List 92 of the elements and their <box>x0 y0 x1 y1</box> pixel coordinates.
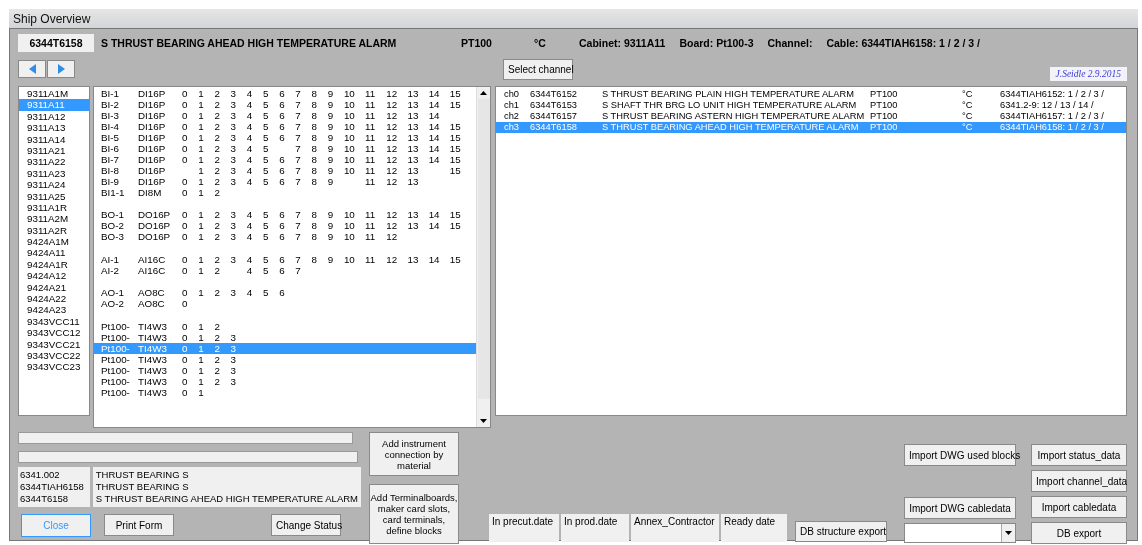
board-row[interactable]: BI-7 DI16P 0 1 2 3 4 5 6 7 8 9 10 11 12 13 14 15 <box>94 154 476 165</box>
date-field[interactable]: Ready date <box>721 514 787 542</box>
board-row[interactable]: Pt100- TI4W3 0 1 2 3 <box>94 331 476 343</box>
board-row[interactable]: BI-9 DI16P 0 1 2 3 4 5 6 7 8 9 11 12 13 <box>94 176 476 187</box>
next-button[interactable] <box>47 60 75 78</box>
db-export-button[interactable]: DB export <box>1031 522 1127 544</box>
cabinet-item[interactable]: 9311A23 <box>19 167 89 180</box>
cabinet-item[interactable]: 9311A1M <box>19 88 89 100</box>
date-field[interactable]: In precut.date <box>489 514 559 542</box>
board-row[interactable]: BI-2 DI16P 0 1 2 3 4 5 6 7 8 9 10 11 12 13 14 15 <box>94 99 476 110</box>
board-row[interactable]: BI-4 DI16P 0 1 2 3 4 5 6 7 8 9 10 11 12 13 14 15 <box>94 121 476 132</box>
code-text: 6341.002 <box>20 469 61 481</box>
board-row[interactable]: Pt100- TI4W3 0 1 2 3 <box>94 375 476 387</box>
board-row[interactable]: Pt100- TI4W3 0 1 <box>94 386 476 398</box>
description-text: S THRUST BEARING AHEAD HIGH TEMPERATURE ALARM <box>95 493 358 505</box>
cabinet-item[interactable]: 9424A21 <box>19 281 89 294</box>
print-form-button[interactable]: Print Form <box>104 514 174 536</box>
channel-row[interactable]: ch1 6344T6153 S SHAFT THR BRG LO UNIT HIGH TEMPERATURE ALARM PT100 °C 6341.2-9: 12 / 13 / 14 / <box>496 100 1126 111</box>
cabinet-item[interactable]: 9343VCC23 <box>19 361 89 373</box>
cabinet-item[interactable]: 9424A11 <box>19 247 89 259</box>
right-arrow-icon <box>57 64 65 74</box>
unit-label: °C <box>534 37 547 49</box>
cabinet-item[interactable]: 9424A1M <box>19 236 89 248</box>
add-instrument-button[interactable]: Add instrument connection by material <box>369 432 459 476</box>
board-row[interactable]: AO-2 AO8C 0 <box>94 298 476 310</box>
cabinet-item[interactable]: 9311A25 <box>19 190 89 202</box>
board-row[interactable]: BO-1 DO16P 0 1 2 3 4 5 6 7 8 9 10 11 12 13 14 15 <box>94 209 476 221</box>
scroll-up-icon <box>480 91 487 95</box>
cabinet-item[interactable]: 9343VCC21 <box>19 338 89 350</box>
text-field[interactable] <box>18 432 353 444</box>
code-text: 6344T6158 <box>20 493 70 505</box>
description-label: S THRUST BEARING AHEAD HIGH TEMPERATURE ALARM <box>101 37 398 49</box>
board-row[interactable]: BO-2 DO16P 0 1 2 3 4 5 6 7 8 9 10 11 12 13 14 15 <box>94 220 476 232</box>
cabinet-item[interactable]: 9311A21 <box>19 144 89 157</box>
board-row[interactable]: BO-3 DO16P 0 1 2 3 4 5 6 7 8 9 10 11 12 <box>94 231 476 243</box>
board-row[interactable]: BI-1 DI16P 0 1 2 3 4 5 6 7 8 9 10 11 12 13 14 15 <box>94 88 476 99</box>
channel-row[interactable]: ch2 6344T6157 S THRUST BEARING ASTERN HIGH TEMPERATURE ALARM PT100 °C 6344TIAH6157: 1 / 2 / 3 / <box>496 111 1126 122</box>
left-arrow-icon <box>28 64 36 74</box>
tag-field: 6344T6158 <box>18 34 94 52</box>
cabinet-item[interactable]: 9343VCC11 <box>19 315 89 328</box>
board-row[interactable]: Pt100- TI4W3 0 1 2 <box>94 320 476 332</box>
cabinet-item[interactable]: 9311A13 <box>19 122 89 134</box>
channel-label: Channel: <box>767 37 813 49</box>
date-field[interactable]: Annex_Contractor <box>631 514 719 542</box>
window-title: Ship Overview <box>13 11 91 26</box>
cabinet-item[interactable]: 9424A1R <box>19 258 89 271</box>
channel-row[interactable]: ch0 6344T6152 S THRUST BEARING PLAIN HIGH TEMPERATURE ALARM PT100 °C 6344TIAH6152: 1 / 2 / 3 / <box>496 89 1126 100</box>
cabinet-item[interactable]: 9311A24 <box>19 179 89 191</box>
code-text: 6344TIAH6158 <box>20 481 85 493</box>
cabinet-item[interactable]: 9424A23 <box>19 304 89 316</box>
board-row[interactable]: BI-8 DI16P 1 2 3 4 5 6 7 8 9 10 11 12 13 15 <box>94 165 476 176</box>
text-field[interactable] <box>18 451 358 463</box>
cabinet-item[interactable]: 9311A22 <box>19 156 89 168</box>
type-label: PT100 <box>461 37 493 49</box>
cabinet-label: Cabinet: 9311A11 <box>579 37 666 49</box>
previous-button[interactable] <box>18 60 46 78</box>
import-status-data-button[interactable]: Import status_data <box>1031 444 1127 466</box>
db-structure-export-button[interactable]: DB structure export <box>795 521 887 542</box>
board-row[interactable]: AI-2 AI16C 0 1 2 4 5 6 7 <box>94 264 476 276</box>
import-cabledata-button[interactable]: Import cabledata <box>1031 496 1127 518</box>
board-row[interactable]: BI-6 DI16P 0 1 2 3 4 5 7 8 9 10 11 12 13 14 15 <box>94 143 476 154</box>
cabinet-item[interactable]: 9424A12 <box>19 270 89 282</box>
dropdown[interactable] <box>904 523 1016 543</box>
cabinet-item[interactable]: 9311A14 <box>19 133 89 145</box>
cabinet-item[interactable]: 9311A2R <box>19 224 89 237</box>
import-channel-data-button[interactable]: Import channel_data <box>1031 470 1127 492</box>
board-row[interactable]: AO-1 AO8C 0 1 2 3 4 5 6 <box>94 287 476 299</box>
cabinet-item[interactable]: 9343VCC12 <box>19 327 89 339</box>
description-text: THRUST BEARING S <box>95 481 190 493</box>
cabinet-item[interactable]: 9311A12 <box>19 110 89 123</box>
cabinet-item[interactable]: 9311A1R <box>19 201 89 214</box>
cabinet-item[interactable]: 9311A2M <box>19 213 89 225</box>
board-row[interactable]: BI-3 DI16P 0 1 2 3 4 5 6 7 8 9 10 11 12 13 14 <box>94 110 476 121</box>
scroll-down-icon <box>480 419 487 423</box>
cable-label: Cable: 6344TIAH6158: 1 / 2 / 3 / <box>826 37 980 49</box>
board-row[interactable]: AI-1 AI16C 0 1 2 3 4 5 6 7 8 9 10 11 12 13 14 15 <box>94 253 476 265</box>
dropdown-caret-icon <box>1005 531 1012 535</box>
date-field[interactable]: In prod.date <box>561 514 629 542</box>
board-row[interactable]: Pt100- TI4W3 0 1 2 3 <box>94 364 476 376</box>
board-row[interactable]: BI1-1 DI8M 0 1 2 <box>94 187 476 198</box>
add-terminalboards-button[interactable]: Add Terminalboards, maker card slots, card terminals, define blocks <box>369 484 459 544</box>
import-dwg-cabledata-button[interactable]: Import DWG cabledata <box>904 497 1016 519</box>
change-status-button[interactable]: Change Status <box>271 514 341 536</box>
scrollbar[interactable] <box>476 87 490 427</box>
board-row[interactable]: BI-5 DI16P 0 1 2 3 4 5 6 7 8 9 10 11 12 13 14 15 <box>94 132 476 143</box>
signature-label: J.Seidle 2.9.2015 <box>1049 67 1127 81</box>
cabinet-item[interactable]: 9424A22 <box>19 293 89 305</box>
description-text: THRUST BEARING S <box>95 469 190 481</box>
board-row[interactable]: Pt100- TI4W3 0 1 2 3 <box>94 353 476 365</box>
select-channel-button[interactable]: Select channel <box>503 58 573 80</box>
board-label: Board: Pt100-3 <box>679 37 754 49</box>
cabinet-item[interactable]: 9343VCC22 <box>19 350 89 362</box>
